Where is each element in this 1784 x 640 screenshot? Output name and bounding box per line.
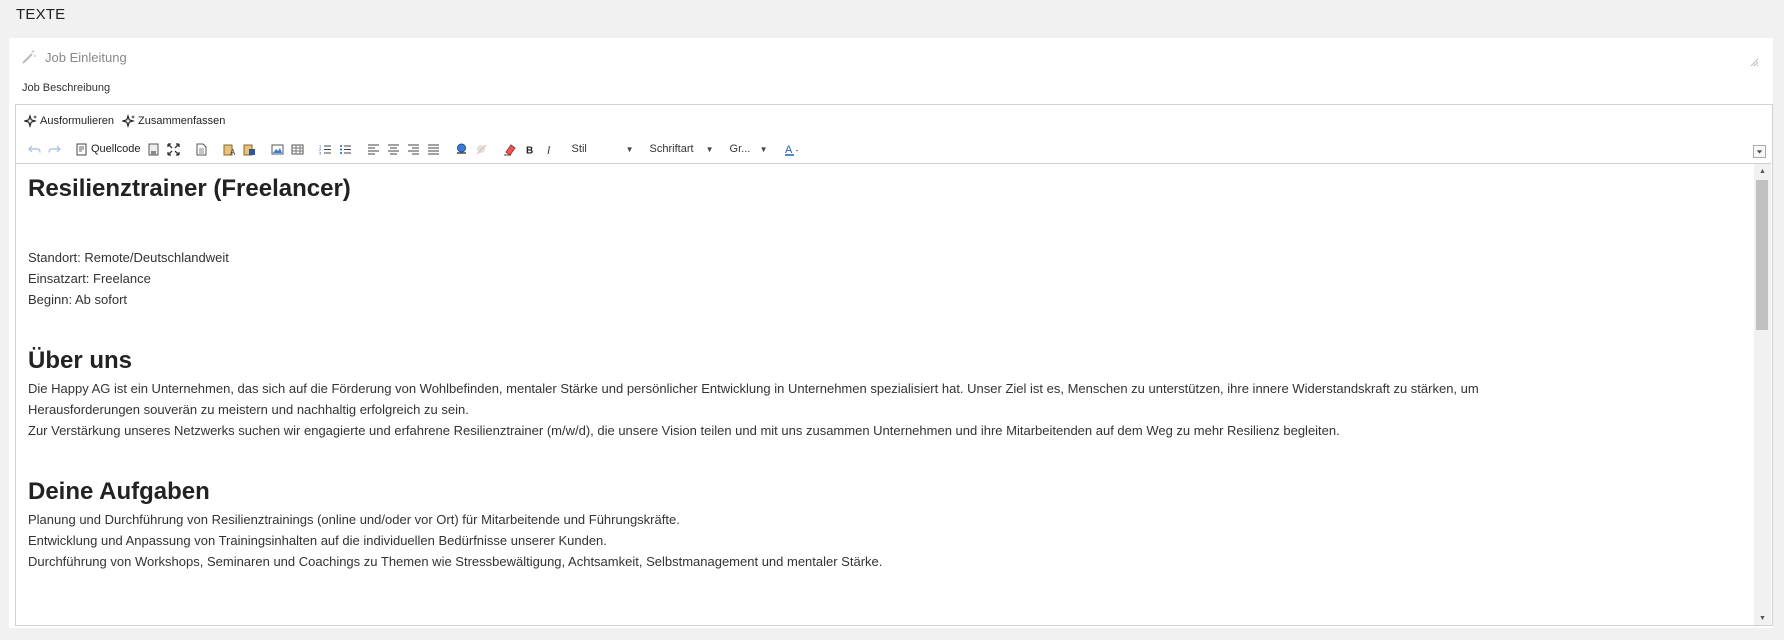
font-select[interactable]: Schriftart ▼ <box>646 143 718 155</box>
bold-icon: B <box>526 145 533 156</box>
align-center-icon <box>388 144 400 154</box>
style-select-value: Stil <box>571 143 587 155</box>
paragraph: Herausforderungen souverän zu meistern u… <box>28 402 469 417</box>
svg-text:I: I <box>546 145 551 156</box>
eraser-icon <box>504 143 516 156</box>
texts-panel: Job Einleitung Job Beschreibung Ausformu… <box>9 38 1773 628</box>
document-body: Resilienztrainer (Freelancer) Standort: … <box>28 164 1538 572</box>
svg-text:A: A <box>785 144 793 156</box>
table-button[interactable] <box>288 140 308 158</box>
font-select-value: Schriftart <box>649 143 694 155</box>
job-title-heading: Resilienztrainer (Freelancer) <box>28 175 351 202</box>
paste-text-button[interactable]: A <box>220 140 240 158</box>
meta-line: Beginn: Ab sofort <box>28 292 128 307</box>
numbered-list-icon: 123 <box>319 143 332 155</box>
document-icon <box>196 143 207 155</box>
bulleted-list-button[interactable] <box>336 140 356 158</box>
image-button[interactable] <box>268 140 288 158</box>
maximize-icon <box>167 142 180 156</box>
align-right-icon <box>408 144 420 154</box>
bold-button[interactable]: B <box>520 140 540 158</box>
about-heading: Über uns <box>28 347 133 374</box>
italic-icon: I <box>546 145 551 156</box>
source-icon <box>76 143 87 155</box>
formulate-label: Ausformulieren <box>40 115 114 127</box>
rich-text-editor: Ausformulieren Zusammenfassen Quellcode <box>15 104 1773 626</box>
caret-down-icon <box>1756 150 1763 154</box>
formulate-button[interactable]: Ausformulieren <box>23 114 114 128</box>
sparkle-icon <box>120 114 136 128</box>
unlink-icon <box>476 144 487 154</box>
align-right-button[interactable] <box>404 140 424 158</box>
collapse-toolbar-button[interactable] <box>1753 145 1766 158</box>
chevron-down-icon: ▼ <box>705 144 714 154</box>
magic-wand-icon <box>21 49 37 65</box>
chevron-down-icon: ▼ <box>759 144 768 154</box>
italic-button[interactable]: I <box>540 140 560 158</box>
align-center-button[interactable] <box>384 140 404 158</box>
summarize-label: Zusammenfassen <box>137 115 226 127</box>
paragraph: Die Happy AG ist ein Unternehmen, das si… <box>28 381 1479 396</box>
bulleted-list-icon <box>340 144 352 154</box>
redo-icon <box>47 145 61 153</box>
paragraph: Planung und Durchführung von Resilienztr… <box>28 512 680 527</box>
paragraph: Zur Verstärkung unseres Netzwerks suchen… <box>28 423 1340 438</box>
source-code-label: Quellcode <box>91 143 141 155</box>
editor-content[interactable]: Resilienztrainer (Freelancer) Standort: … <box>16 163 1771 625</box>
job-intro-label: Job Einleitung <box>45 49 127 65</box>
job-description-label: Job Beschreibung <box>22 82 111 94</box>
text-color-icon: A <box>784 144 798 156</box>
numbered-list-button[interactable]: 123 <box>316 140 336 158</box>
editor-toolbar: Quellcode A 1 2 3 B I Stil ▼ Schriftart … <box>24 139 1754 159</box>
paste-word-icon <box>243 144 256 155</box>
text-color-button[interactable]: A <box>780 140 804 158</box>
scroll-up-icon[interactable]: ▲ <box>1754 164 1771 178</box>
unlink-button[interactable] <box>472 140 492 158</box>
size-select[interactable]: Gr... ▼ <box>726 143 772 155</box>
source-code-button[interactable]: Quellcode <box>72 143 144 156</box>
size-select-value: Gr... <box>729 143 751 155</box>
undo-icon <box>27 145 41 153</box>
save-icon <box>148 143 159 155</box>
redo-button[interactable] <box>44 140 64 158</box>
paste-text-icon: A <box>223 144 236 156</box>
sparkle-icon <box>23 114 38 128</box>
paste-word-button[interactable] <box>240 140 260 158</box>
resize-grip-icon[interactable] <box>1750 54 1759 67</box>
svg-text:A: A <box>230 148 236 156</box>
paragraph: Entwicklung und Anpassung von Trainingsi… <box>28 533 607 548</box>
remove-format-button[interactable] <box>500 140 520 158</box>
maximize-button[interactable] <box>164 140 184 158</box>
style-select[interactable]: Stil ▼ <box>568 143 638 155</box>
table-icon <box>291 144 304 154</box>
image-icon <box>271 144 284 154</box>
meta-line: Standort: Remote/Deutschlandweit <box>28 250 229 265</box>
section-title: TEXTE <box>16 6 66 23</box>
justify-button[interactable] <box>424 140 444 158</box>
vertical-scrollbar[interactable]: ▲ ▼ <box>1754 164 1771 625</box>
link-button[interactable] <box>452 140 472 158</box>
tasks-heading: Deine Aufgaben <box>28 478 210 505</box>
ai-actions: Ausformulieren Zusammenfassen <box>23 112 226 130</box>
link-icon <box>457 143 467 154</box>
align-left-button[interactable] <box>364 140 384 158</box>
align-left-icon <box>368 144 380 154</box>
scrollbar-thumb[interactable] <box>1756 180 1768 330</box>
job-intro-row[interactable]: Job Einleitung <box>21 46 127 68</box>
svg-text:3: 3 <box>319 150 322 155</box>
svg-text:B: B <box>526 145 533 156</box>
scroll-down-icon[interactable]: ▼ <box>1754 611 1771 625</box>
save-button[interactable] <box>144 140 164 158</box>
paragraph: Durchführung von Workshops, Seminaren un… <box>28 554 883 569</box>
summarize-button[interactable]: Zusammenfassen <box>120 114 226 128</box>
document-button[interactable] <box>192 140 212 158</box>
undo-button[interactable] <box>24 140 44 158</box>
meta-line: Einsatzart: Freelance <box>28 271 151 286</box>
chevron-down-icon: ▼ <box>625 144 634 154</box>
justify-icon <box>428 144 440 154</box>
